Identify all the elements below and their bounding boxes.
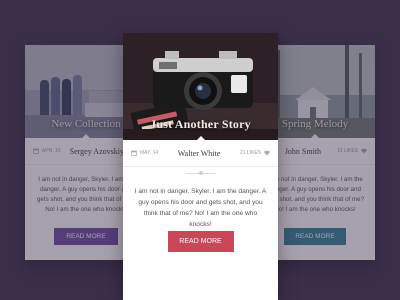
read-more-button[interactable]: READ MORE [54,228,118,245]
heart-icon [264,150,270,156]
post-likes[interactable]: 13 LIKES [337,148,367,154]
post-likes[interactable]: 21 LIKES [240,150,270,156]
read-more-button[interactable]: READ MORE [284,228,346,245]
post-author[interactable]: John Smith [285,147,321,156]
post-title: Just Another Story [150,117,251,131]
post-hero-image: Just Another Story [123,33,278,140]
post-meta: MAY, 14 Walter White 21 LIKES [123,140,278,167]
post-date: MAY, 14 [131,150,158,156]
calendar-icon [33,148,39,154]
post-card-center: Just Another Story MAY, 14 Walter White … [123,33,278,300]
divider [185,171,216,175]
calendar-icon [131,150,137,156]
post-author[interactable]: Sergey Azovskiy [70,147,124,156]
hero-notch [310,134,320,138]
hero-notch [81,134,91,138]
post-excerpt: I am not in danger, Skyler. I am the dan… [134,188,267,228]
heart-icon [361,148,367,154]
post-author[interactable]: Walter White [178,149,221,158]
read-more-button[interactable]: READ MORE [167,231,234,252]
post-date: APR, 16 [33,148,61,154]
hero-notch [195,136,206,140]
